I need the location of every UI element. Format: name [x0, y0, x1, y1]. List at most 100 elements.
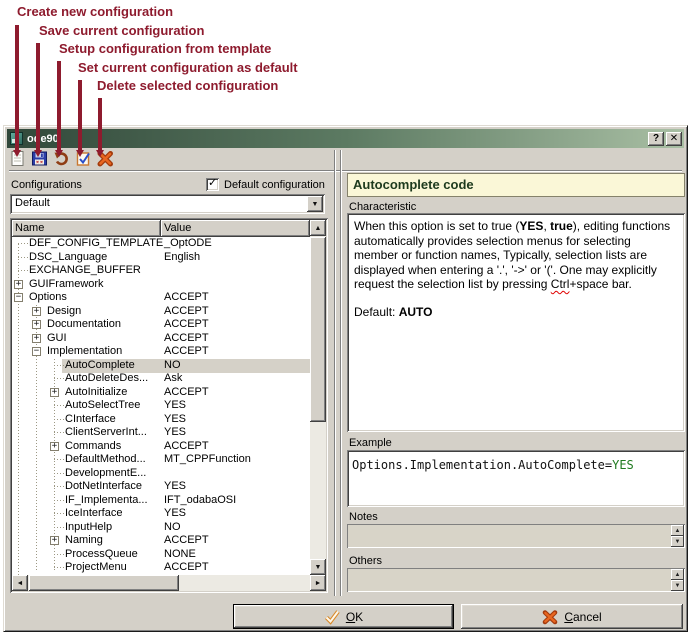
tree-row[interactable]: + GUIFramework	[12, 278, 310, 292]
tree-connector	[54, 554, 64, 555]
tree-item-name[interactable]: GUI	[47, 332, 67, 344]
spin-down-button[interactable]: ▼	[671, 580, 684, 591]
tree-row[interactable]: InputHelpNO	[12, 521, 310, 535]
tree-row[interactable]: +AutoInitializeACCEPT	[12, 386, 310, 400]
spin-down-button[interactable]: ▼	[671, 536, 684, 547]
tree-row[interactable]: AutoSelectTreeYES	[12, 399, 310, 413]
tree-item-value: Ask	[164, 372, 182, 384]
scroll-up-button[interactable]: ▲	[310, 220, 326, 236]
tree-item-name[interactable]: Documentation	[47, 318, 121, 330]
tree-item-value: English	[164, 251, 200, 263]
tree-item-name[interactable]: ProcessQueue	[65, 548, 138, 560]
vertical-scroll-thumb[interactable]	[310, 237, 326, 422]
tree-item-name[interactable]: Commands	[65, 440, 121, 452]
tree-item-name[interactable]: DEF_CONFIG_TEMPLATE	[29, 237, 163, 249]
tree-item-name[interactable]: AutoComplete	[65, 359, 135, 371]
tree-item-name[interactable]: AutoInitialize	[65, 386, 127, 398]
combo-dropdown-button[interactable]: ▼	[307, 196, 323, 212]
tree-connector	[54, 459, 64, 460]
tree-item-name[interactable]: EXCHANGE_BUFFER	[29, 264, 141, 276]
tree-row[interactable]: IF_Implementa... IFT_odabaOSI	[12, 494, 310, 508]
tree-connector	[18, 257, 28, 258]
tree-row[interactable]: +NamingACCEPT	[12, 534, 310, 548]
scroll-right-button[interactable]: ►	[310, 575, 326, 591]
collapse-minus-icon[interactable]: −	[32, 347, 41, 356]
tree-row-selected[interactable]: AutoComplete NO	[12, 359, 310, 373]
scroll-left-button[interactable]: ◄	[12, 575, 28, 591]
spin-up-button[interactable]: ▲	[671, 569, 684, 580]
tree-connector	[54, 432, 64, 433]
expand-plus-icon[interactable]: +	[14, 280, 23, 289]
tree-item-name[interactable]: Naming	[65, 534, 103, 546]
expand-plus-icon[interactable]: +	[32, 320, 41, 329]
tree-item-name[interactable]: ClientServerInt...	[65, 426, 147, 438]
tree-item-value: NO	[164, 359, 181, 371]
ok-button-label: OK	[346, 610, 363, 624]
tree-item-value: YES	[164, 480, 186, 492]
tree-item-name[interactable]: CInterface	[65, 413, 116, 425]
horizontal-scrollbar[interactable]: ◄ ►	[12, 575, 326, 591]
text-segment: AUTO	[399, 305, 433, 319]
tree-item-name[interactable]: AutoSelectTree	[65, 399, 140, 411]
tree-item-name[interactable]: DevelopmentE...	[65, 467, 146, 479]
tree-item-name[interactable]: DotNetInterface	[65, 480, 142, 492]
tree-row[interactable]: ProjectMenuACCEPT	[12, 561, 310, 575]
tree-row[interactable]: AutoDeleteDes... Ask	[12, 372, 310, 386]
tree-row[interactable]: EXCHANGE_BUFFER	[12, 264, 310, 278]
ok-button[interactable]: OK	[233, 604, 454, 629]
tree-item-name[interactable]: DSC_Language	[29, 251, 107, 263]
default-configuration-checkbox[interactable]: ✓	[206, 178, 219, 191]
tree-row[interactable]: +DesignACCEPT	[12, 305, 310, 319]
tree-row[interactable]: +CommandsACCEPT	[12, 440, 310, 454]
tree-item-name[interactable]: IF_Implementa...	[65, 494, 148, 506]
tree-item-name[interactable]: DefaultMethod...	[65, 453, 146, 465]
arrow-up-icon: ▲	[315, 225, 322, 232]
notes-field[interactable]: ▲ ▼	[347, 524, 685, 548]
tree-item-name[interactable]: Implementation	[47, 345, 122, 357]
scroll-down-button[interactable]: ▼	[310, 559, 326, 575]
help-button[interactable]: ?	[648, 132, 664, 146]
tree-row[interactable]: −OptionsACCEPT	[12, 291, 310, 305]
tree-item-name[interactable]: Options	[29, 291, 67, 303]
column-header-name[interactable]: Name	[12, 220, 161, 237]
tree-connector	[54, 500, 64, 501]
tree-row[interactable]: + GUI ACCEPT	[12, 332, 310, 346]
tree-row[interactable]: CInterfaceYES	[12, 413, 310, 427]
expand-plus-icon[interactable]: +	[50, 388, 59, 397]
tree-row[interactable]: +DocumentationACCEPT	[12, 318, 310, 332]
expand-plus-icon[interactable]: +	[50, 536, 59, 545]
tree-item-name[interactable]: IceInterface	[65, 507, 122, 519]
tree-item-name[interactable]: Design	[47, 305, 81, 317]
tree-row[interactable]: ProcessQueueNONE	[12, 548, 310, 562]
others-field[interactable]: ▲ ▼	[347, 568, 685, 592]
spin-up-button[interactable]: ▲	[671, 525, 684, 536]
tree-row[interactable]: −ImplementationACCEPT	[12, 345, 310, 359]
annotation-arrow	[15, 25, 19, 151]
tree-row[interactable]: IceInterfaceYES	[12, 507, 310, 521]
horizontal-scroll-thumb[interactable]	[29, 575, 179, 591]
cancel-button[interactable]: Cancel	[461, 604, 683, 629]
tree-item-value: ACCEPT	[164, 332, 209, 344]
characteristic-text: When this option is set to true (YES, tr…	[354, 219, 678, 292]
tree-row[interactable]: DotNetInterface YES	[12, 480, 310, 494]
tree-item-name[interactable]: AutoDeleteDes...	[65, 372, 148, 384]
configuration-select[interactable]: Default ▼	[10, 194, 325, 214]
expand-plus-icon[interactable]: +	[50, 442, 59, 451]
collapse-minus-icon[interactable]: −	[14, 293, 23, 302]
tree-row[interactable]: DevelopmentE...	[12, 467, 310, 481]
column-header-value[interactable]: Value	[161, 220, 310, 237]
expand-plus-icon[interactable]: +	[32, 307, 41, 316]
tree-item-name[interactable]: ProjectMenu	[65, 561, 127, 573]
tree-row[interactable]: ClientServerInt...YES	[12, 426, 310, 440]
tree-item-name[interactable]: InputHelp	[65, 521, 112, 533]
tree-item-name[interactable]: GUIFramework	[29, 278, 104, 290]
tree-row[interactable]: DEF_CONFIG_TEMPLATE_OptODE	[12, 237, 310, 251]
title-bar[interactable]: ode90 ? ✕	[7, 129, 684, 148]
detail-title: Autocomplete code	[347, 173, 685, 197]
close-button[interactable]: ✕	[666, 132, 682, 146]
tree-row[interactable]: DefaultMethod...MT_CPPFunction	[12, 453, 310, 467]
vertical-scrollbar[interactable]: ▲ ▼	[310, 220, 326, 575]
expand-plus-icon[interactable]: +	[32, 334, 41, 343]
tree-item-value: IFT_odabaOSI	[164, 494, 236, 506]
tree-row[interactable]: DSC_Language English	[12, 251, 310, 265]
